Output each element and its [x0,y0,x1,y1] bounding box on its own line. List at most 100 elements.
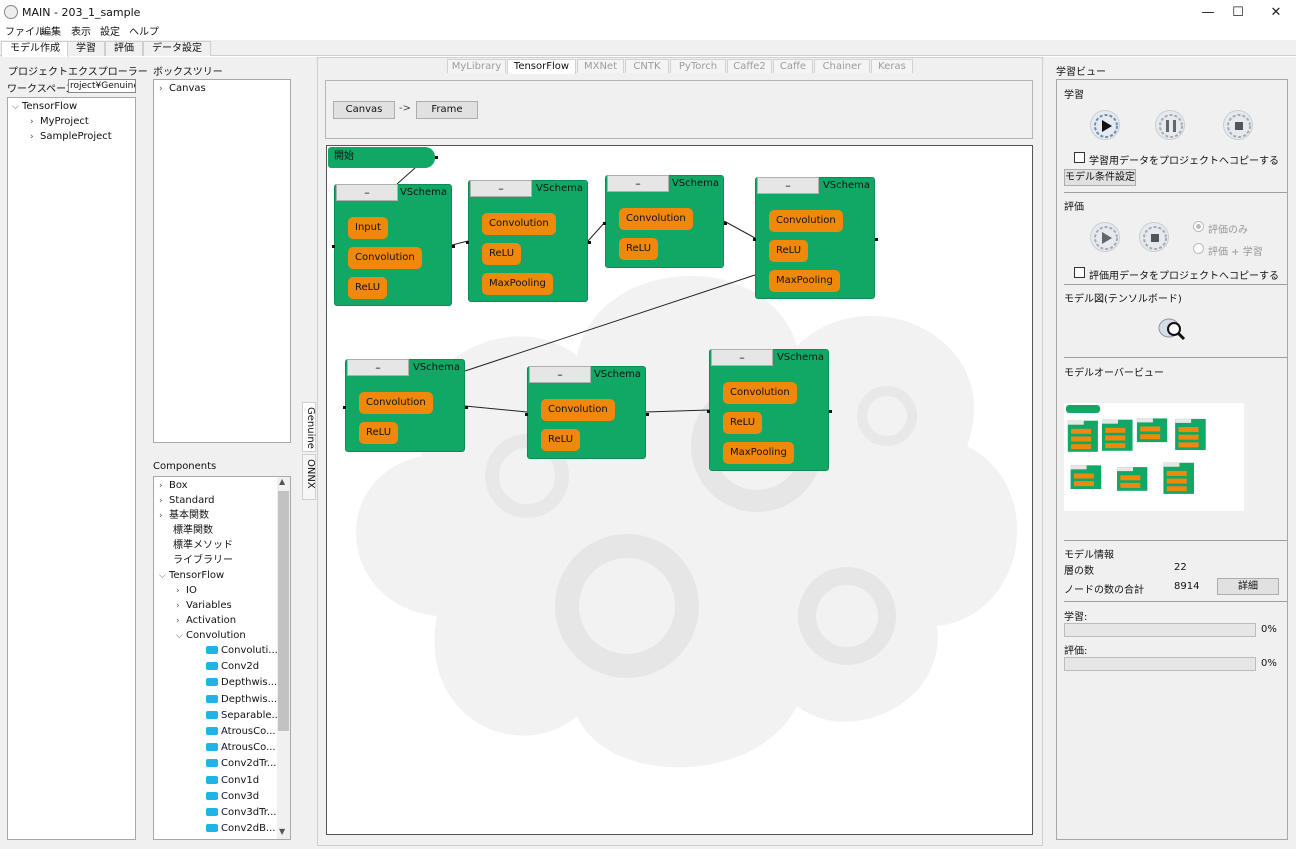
tab-train[interactable]: 学習 [67,41,105,56]
radio-eval-only[interactable] [1193,221,1204,232]
model-condition-button[interactable]: モデル条件設定 [1064,169,1136,186]
train-pause-button[interactable] [1155,110,1185,140]
node-collapse-button[interactable]: – [607,175,669,192]
schema-node[interactable]: – VSchema Convolution ReLU [345,359,465,452]
component-conv-item[interactable]: Separable... [206,708,281,723]
tree-item-tensorflow[interactable]: ⌵ TensorFlow [12,99,77,114]
op-block[interactable]: Convolution [769,210,843,232]
train-start-button[interactable] [1090,110,1120,140]
schema-node[interactable]: – VSchema Convolution ReLU MaxPooling [755,177,875,299]
node-port[interactable] [646,412,649,416]
detail-button[interactable]: 詳細 [1217,578,1279,595]
op-block[interactable]: MaxPooling [482,273,553,295]
schema-node[interactable]: – VSchema Input Convolution ReLU [334,184,452,306]
component-standard-methods[interactable]: 標準メソッド [173,538,233,553]
component-convolution[interactable]: ⌵ Convolution [176,628,246,643]
node-collapse-button[interactable]: – [470,180,532,197]
op-block[interactable]: Convolution [359,392,433,414]
schema-node[interactable]: – VSchema Convolution ReLU MaxPooling [468,180,588,302]
framework-tab-chainer[interactable]: Chainer [814,59,870,73]
component-conv-item[interactable]: AtrousCo... [206,724,276,739]
node-collapse-button[interactable]: – [711,349,773,366]
node-port[interactable] [343,405,346,409]
node-port[interactable] [525,412,528,416]
component-conv-item[interactable]: Conv1d [206,773,259,788]
component-conv-item[interactable]: Depthwis... [206,692,277,707]
op-block[interactable]: Convolution [541,399,615,421]
schema-node[interactable]: – VSchema Convolution ReLU [527,366,646,459]
train-stop-button[interactable] [1223,110,1253,140]
component-conv-item[interactable]: Conv2dB... [206,821,275,836]
menu-settings[interactable]: 設定 [100,26,120,40]
component-conv-item[interactable]: AtrousCo... [206,740,276,755]
component-conv-item[interactable]: Conv3d [206,789,259,804]
breadcrumb-canvas[interactable]: Canvas [333,101,395,119]
copy-eval-checkbox[interactable] [1074,267,1085,278]
node-port[interactable] [466,241,469,244]
component-activation[interactable]: › Activation [176,613,236,628]
framework-tab-caffe2[interactable]: Caffe2 [727,59,772,73]
node-port[interactable] [465,405,468,409]
node-port[interactable] [707,410,710,413]
tab-genuine[interactable]: Genuine [302,402,316,452]
tree-item-sampleproject[interactable]: › SampleProject [30,129,112,144]
menu-view[interactable]: 表示 [71,26,91,40]
node-port[interactable] [332,245,335,248]
copy-train-checkbox[interactable] [1074,152,1085,163]
component-conv-item[interactable]: Conv2dTr... [206,756,276,771]
maximize-button[interactable]: ☐ [1226,4,1250,22]
op-block[interactable]: ReLU [359,422,399,444]
minimize-button[interactable]: — [1196,4,1220,22]
boxtree-item-canvas[interactable]: › Canvas [159,81,206,96]
breadcrumb-frame[interactable]: Frame [416,101,478,119]
op-block[interactable]: Convolution [619,208,693,230]
component-standard[interactable]: › Standard [159,493,215,508]
framework-tab-pytorch[interactable]: PyTorch [670,59,726,73]
op-block[interactable]: ReLU [482,243,522,265]
framework-tab-mxnet[interactable]: MXNet [577,59,624,73]
component-library[interactable]: ライブラリー [173,553,233,568]
model-overview-thumbnail[interactable] [1064,403,1244,511]
eval-stop-button[interactable] [1139,222,1169,252]
op-block[interactable]: ReLU [723,412,763,434]
op-block[interactable]: ReLU [619,238,659,260]
node-port[interactable] [753,238,756,241]
framework-tab-cntk[interactable]: CNTK [625,59,669,73]
op-block[interactable]: Convolution [348,247,422,269]
node-collapse-button[interactable]: – [757,177,819,194]
workspace-field[interactable]: roject¥Genuine [68,79,136,93]
menu-file[interactable]: ファイル [5,26,45,40]
component-box[interactable]: › Box [159,478,188,493]
scrollbar-thumb[interactable] [278,491,289,731]
framework-tab-mylibrary[interactable]: MyLibrary [447,59,506,73]
components-scrollbar[interactable]: ▲ ▼ [277,477,290,839]
node-port[interactable] [588,241,591,244]
schema-node[interactable]: – VSchema Convolution ReLU [605,175,724,268]
node-collapse-button[interactable]: – [529,366,591,383]
op-block[interactable]: MaxPooling [769,270,840,292]
component-variables[interactable]: › Variables [176,598,232,613]
op-block[interactable]: Convolution [723,382,797,404]
op-block[interactable]: ReLU [348,277,388,299]
tab-model-create[interactable]: モデル作成 [1,41,69,57]
tree-item-myproject[interactable]: › MyProject [30,114,89,129]
start-port[interactable] [435,156,438,159]
framework-tab-caffe[interactable]: Caffe [773,59,813,73]
component-conv-item[interactable]: Depthwis... [206,675,277,690]
component-standard-functions[interactable]: 標準関数 [173,523,213,538]
component-conv-item[interactable]: Conv3dTr... [206,805,276,820]
schema-node[interactable]: – VSchema Convolution ReLU MaxPooling [709,349,829,471]
tab-onnx[interactable]: ONNX [302,454,316,500]
model-canvas[interactable]: 開始 – VSchema Input Convolution ReLU – VSchema C… [326,145,1033,835]
component-io[interactable]: › IO [176,583,197,598]
component-conv-item[interactable]: Convoluti... [206,643,278,658]
tab-data-settings[interactable]: データ設定 [143,41,211,56]
framework-tab-tensorflow[interactable]: TensorFlow [507,59,576,74]
menu-help[interactable]: ヘルプ [129,26,159,40]
op-block[interactable]: Convolution [482,213,556,235]
node-port[interactable] [875,238,878,241]
node-collapse-button[interactable]: – [336,184,398,201]
component-basic-functions[interactable]: › 基本関数 [159,508,209,523]
op-block[interactable]: MaxPooling [723,442,794,464]
start-node[interactable]: 開始 [328,147,435,168]
